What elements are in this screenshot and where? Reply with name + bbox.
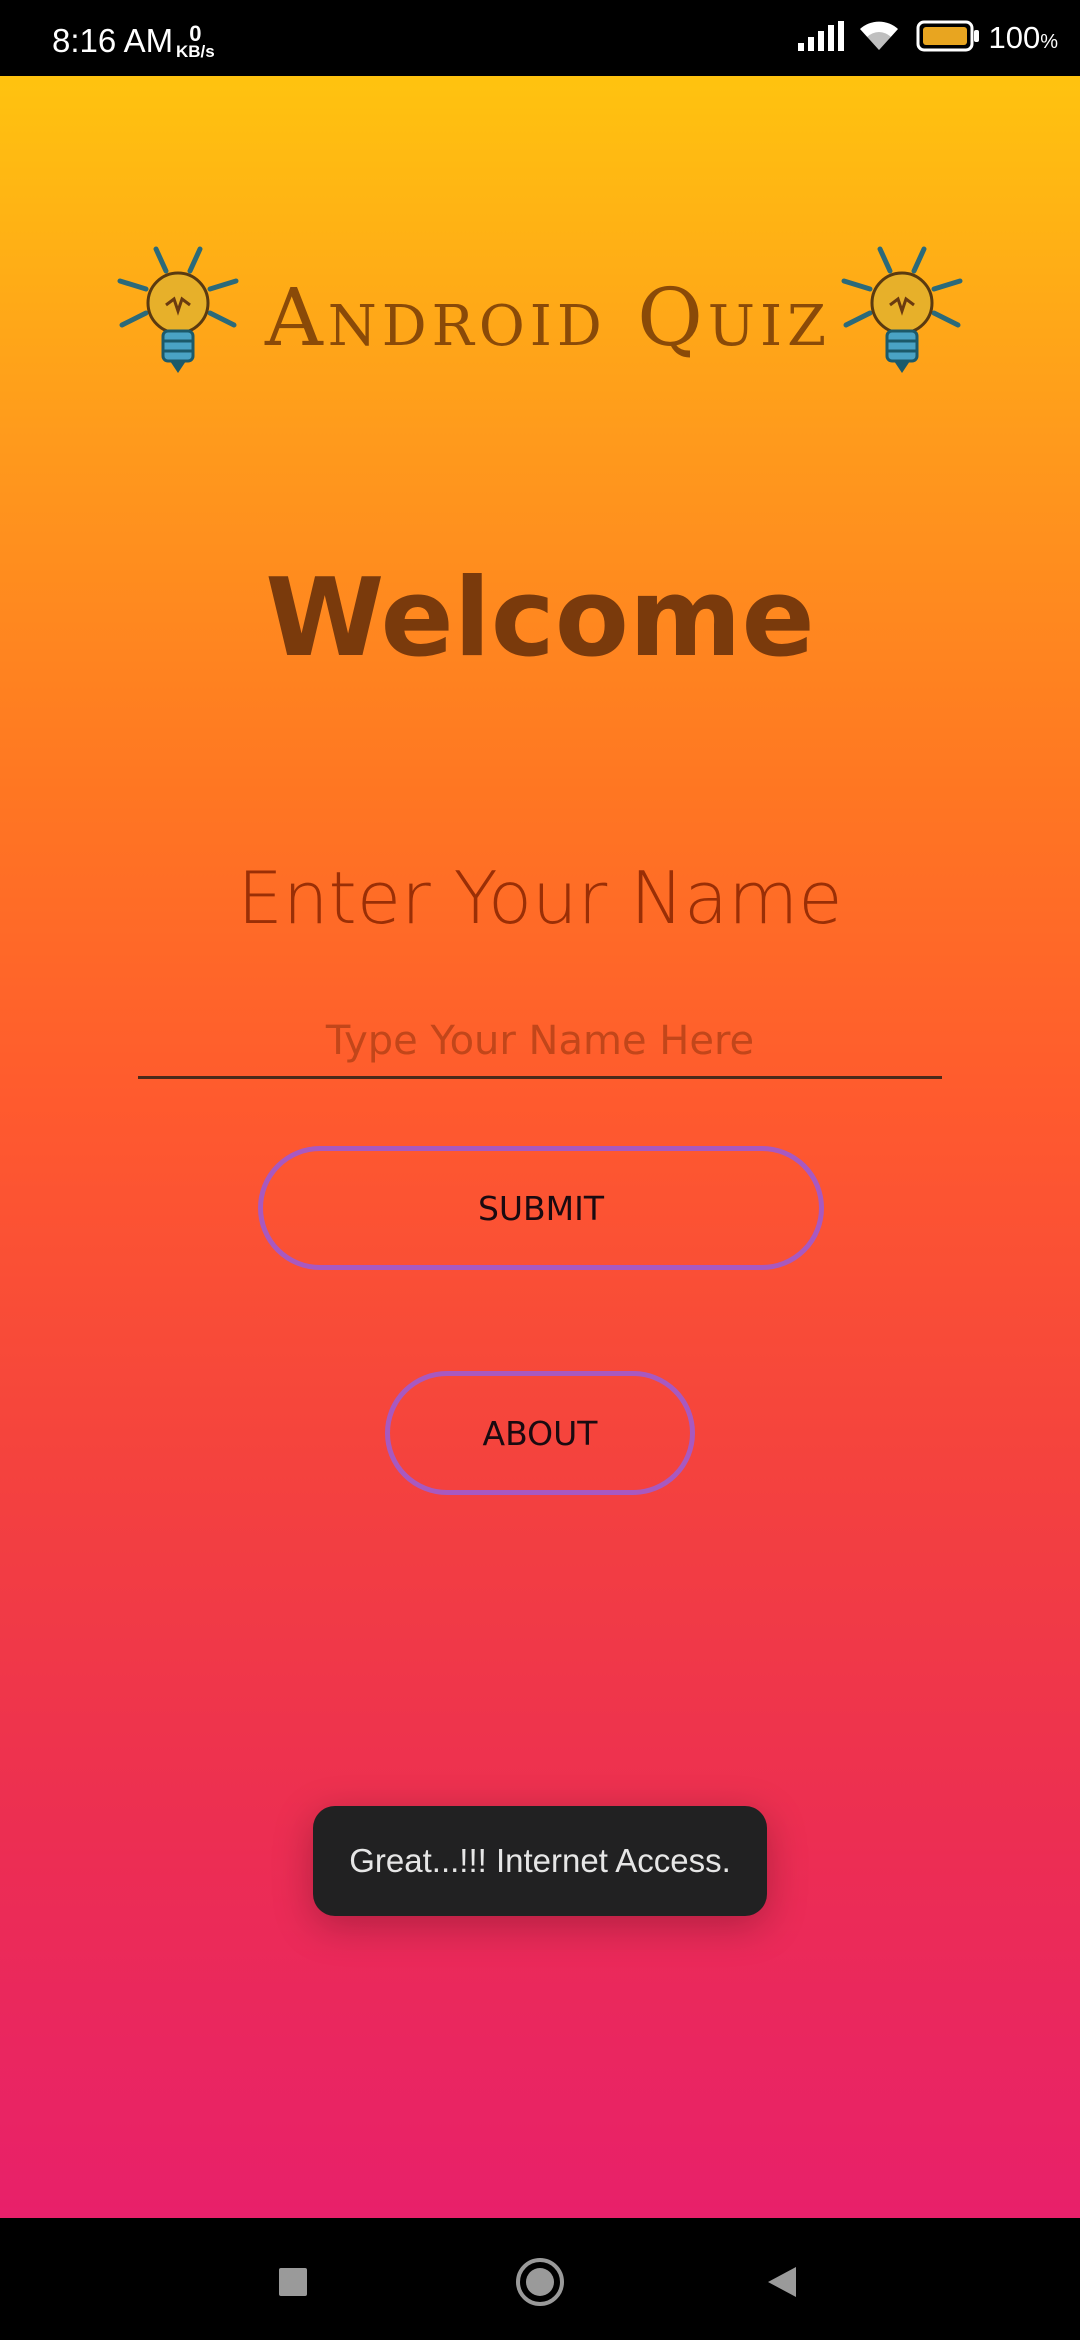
home-icon[interactable] [512,2254,568,2310]
lightbulb-icon [108,241,248,391]
status-icons: 100% [798,14,1058,62]
back-icon[interactable] [754,2254,810,2310]
toast-message: Great...!!! Internet Access. [313,1806,767,1916]
status-time: 8:16 AM [52,22,174,59]
status-bar: 8:16 AM 0 KB/s 100% [0,0,1080,76]
battery-percent: 100% [988,20,1058,55]
welcome-heading: Welcome [265,556,815,681]
app-header: Android Quiz [0,241,1080,401]
network-speed-unit: KB/s [176,42,215,61]
app-title: Android Quiz [265,271,832,364]
wifi-icon [858,20,900,57]
lightbulb-icon [832,241,972,391]
about-button[interactable]: ABOUT [385,1371,695,1495]
name-input[interactable] [138,1006,942,1079]
enter-name-label: Enter Your Name [237,856,843,940]
submit-button[interactable]: SUBMIT [258,1146,824,1270]
recents-icon[interactable] [265,2254,321,2310]
signal-icon [798,20,845,56]
battery-icon [916,20,980,57]
navigation-bar [0,2218,1080,2340]
network-speed: 0 KB/s [176,21,215,61]
network-speed-value: 0 [189,21,202,46]
app-screen: Android Quiz Welcome Enter Your Name Typ… [0,76,1080,2218]
